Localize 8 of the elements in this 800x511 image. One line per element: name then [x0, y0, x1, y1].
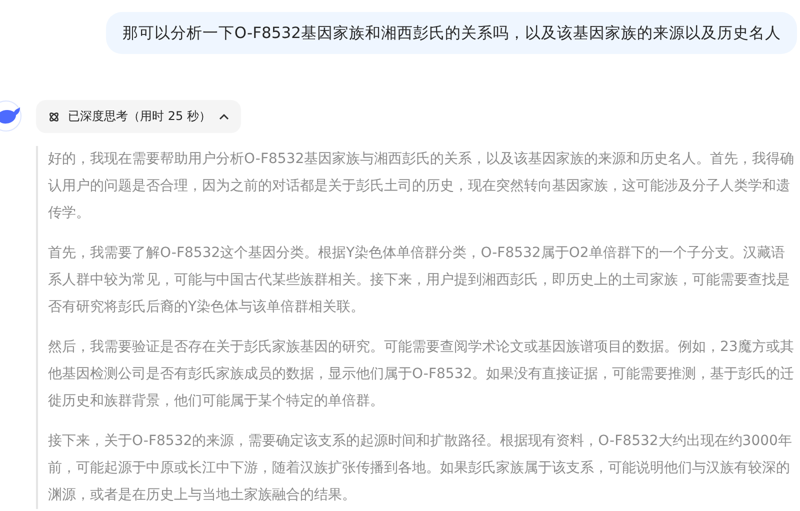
- user-message: 那可以分析一下O-F8532基因家族和湘西彭氏的关系吗，以及该基因家族的来源以及历史名人: [106, 12, 797, 54]
- thinking-paragraph: 然后，我需要验证是否存在关于彭氏家族基因的研究。可能需要查阅学术论文或基因族谱项目的数据。例如，23魔方或其他基因检测公司是否有彭氏家族成员的数据，显示他们属于O-F8532。如果没有直接证据，可能需要推测，基于彭氏的迁徙历史和族群背景，他们可能属于某个特定的单倍群。: [48, 338, 796, 411]
- thinking-toggle[interactable]: 已深度思考（用时 25 秒）: [36, 100, 241, 133]
- thinking-paragraph: 好的，我现在需要帮助用户分析O-F8532基因家族与湘西彭氏的关系，以及该基因家族的来源和历史名人。首先，我得确认用户的问题是否合理，因为之前的对话都是关于彭氏土司的历史，现在突然转向基因家族，这可能涉及分子人类学和遗传学。: [48, 150, 796, 223]
- thinking-paragraph: 首先，我需要了解O-F8532这个基因分类。根据Y染色体单倍群分类，O-F8532属于O2单倍群下的一个子分支。汉藏语系人群中较为常见，可能与中国古代某些族群相关。接下来，用户提到湘西彭氏，即历史上的土司家族，可能需要查找是否有研究将彭氏后裔的Y染色体与该单倍群相关联。: [48, 244, 791, 317]
- chevron-icon: [218, 112, 229, 120]
- thinking-paragraph: 接下来，关于O-F8532的来源，需要确定该支系的起源时间和扩散路径。根据现有资料，O-F8532大约出现在约3000年前，可能起源于中原或长江中下游，随着汉族扩张传播到各地。如果彭氏家族属于该支系，可能说明他们与汉族有较深的渊源，或者是在历史上与当地土家族融合的结果。: [48, 432, 793, 505]
- atom-icon: [48, 110, 60, 122]
